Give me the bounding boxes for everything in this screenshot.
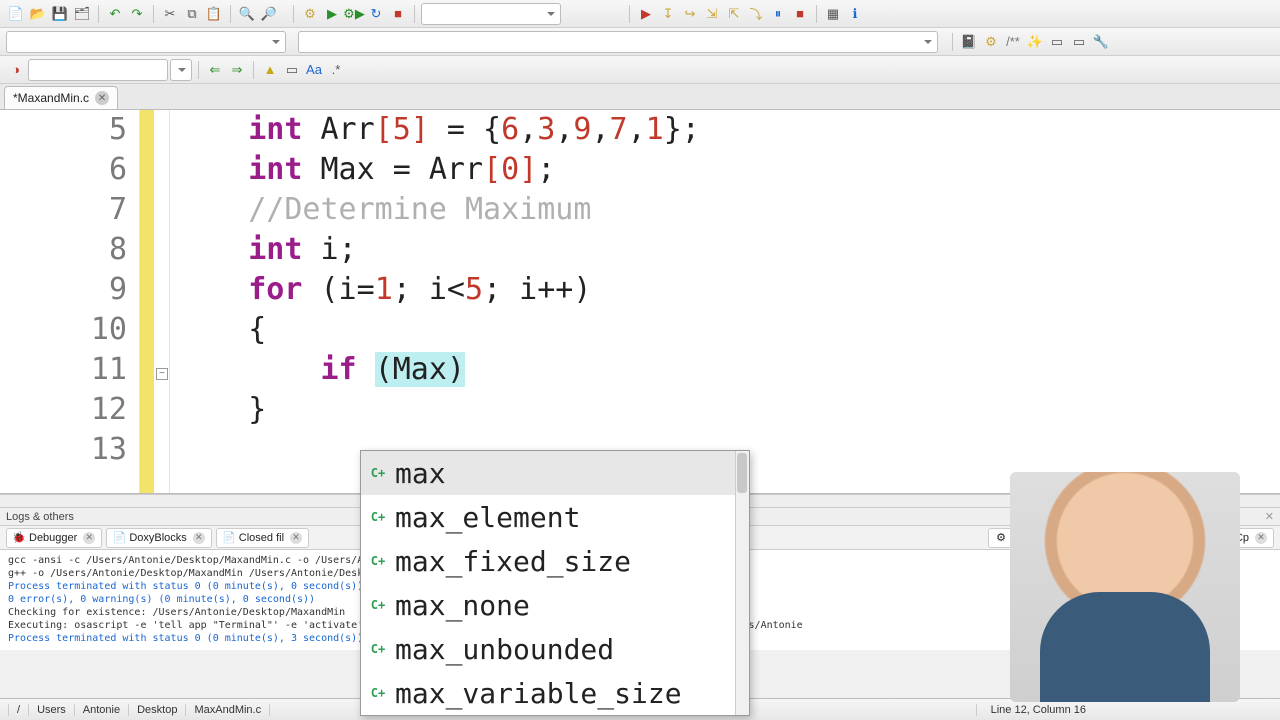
rebuild-icon[interactable]: ↻ [366,4,386,24]
debug-run-icon[interactable]: ▶ [636,4,656,24]
log-tab[interactable]: 🐞Debugger✕ [6,528,102,548]
search-next-icon[interactable]: ⇒ [227,60,247,80]
doxy-pref-icon[interactable]: 🔧 [1091,32,1111,52]
close-icon[interactable]: ✕ [83,532,95,544]
run-icon[interactable]: ▶ [322,4,342,24]
save-all-icon[interactable]: 🗂 [72,4,92,24]
autocomplete-item[interactable]: C+max [361,451,749,495]
cpp-icon: C+ [369,513,387,521]
doxy-comment-icon[interactable]: /** [1003,32,1023,52]
paste-icon[interactable]: 📋 [204,4,224,24]
breadcrumb-segment[interactable]: Users [29,704,75,716]
autocomplete-popup[interactable]: C+maxC+max_elementC+max_fixed_sizeC+max_… [360,450,750,716]
run-to-cursor-icon[interactable]: ↧ [658,4,678,24]
cursor-position: Line 12, Column 16 [976,704,1100,716]
presenter-webcam-overlay [1010,472,1240,702]
close-icon[interactable]: ✕ [1255,532,1267,544]
breadcrumb-segment[interactable]: Antonie [75,704,129,716]
break-icon[interactable]: ⏸ [768,4,788,24]
log-tab[interactable]: 📄DoxyBlocks✕ [106,528,211,548]
log-tab-icon: 🐞 [13,532,25,544]
fold-toggle-icon[interactable]: − [156,368,168,380]
doxy2-icon[interactable]: ⚙ [981,32,1001,52]
redo-icon[interactable]: ↷ [127,4,147,24]
cpp-icon: C+ [369,601,387,609]
cpp-icon: C+ [369,469,387,477]
toolbar-search: ◑ ⇐ ⇒ ▲ ▭ Aa .* [0,56,1280,84]
close-icon[interactable]: ✕ [290,532,302,544]
autocomplete-scrollbar[interactable] [735,451,749,715]
search-input[interactable] [28,59,168,81]
line-number-gutter: 5678910111213 [0,110,140,493]
next-line-icon[interactable]: ↪ [680,4,700,24]
editor-tab-bar: *MaxandMin.c ✕ [0,84,1280,110]
search-prev-icon[interactable]: ⇐ [205,60,225,80]
abort-icon[interactable]: ■ [388,4,408,24]
log-tab-icon: ⚙ [995,532,1007,544]
new-file-icon[interactable]: 📄 [6,4,26,24]
log-tab-icon: 📄 [113,532,125,544]
search-history-select[interactable] [170,59,192,81]
log-tab-icon: 📄 [223,532,235,544]
toolbar-secondary: 📓 ⚙ /** ✨ ▭ ▭ 🔧 [0,28,1280,56]
step-into-icon[interactable]: ⇲ [702,4,722,24]
autocomplete-item[interactable]: C+max_element [361,495,749,539]
toolbar-main: 📄 📂 💾 🗂 ↶ ↷ ✂ ⧉ 📋 🔍 🔎 ⚙ ▶ ⚙▶ ↻ ■ ▶ ↧ ↪ ⇲… [0,0,1280,28]
copy-icon[interactable]: ⧉ [182,4,202,24]
autocomplete-item[interactable]: C+max_none [361,583,749,627]
debug-windows-icon[interactable]: ▦ [823,4,843,24]
symbol-select[interactable] [298,31,938,53]
code-editor[interactable]: 5678910111213 − int Arr[5] = {6,3,9,7,1}… [0,110,1280,494]
fold-column: − [154,110,170,493]
cpp-icon: C+ [369,557,387,565]
cpp-icon: C+ [369,645,387,653]
build-icon[interactable]: ⚙ [300,4,320,24]
doxy-chm-icon[interactable]: ▭ [1069,32,1089,52]
code-area[interactable]: int Arr[5] = {6,3,9,7,1}; int Max = Arr[… [170,110,1280,493]
doxy1-icon[interactable]: 📓 [959,32,979,52]
selected-only-icon[interactable]: ▭ [282,60,302,80]
breadcrumb-segment[interactable]: Desktop [129,704,186,716]
build-run-icon[interactable]: ⚙▶ [344,4,364,24]
find-icon[interactable]: 🔍 [237,4,257,24]
logs-close-icon[interactable]: ✕ [1265,510,1274,523]
build-target-select[interactable] [421,3,561,25]
save-icon[interactable]: 💾 [50,4,70,24]
incremental-search-icon[interactable]: ◑ [6,60,26,80]
find-replace-icon[interactable]: 🔎 [259,4,279,24]
open-icon[interactable]: 📂 [28,4,48,24]
logs-panel-title: Logs & others [6,511,74,523]
log-tab[interactable]: 📄Closed fil✕ [216,528,309,548]
autocomplete-item[interactable]: C+max_fixed_size [361,539,749,583]
cut-icon[interactable]: ✂ [160,4,180,24]
cpp-icon: C+ [369,689,387,697]
autocomplete-item[interactable]: C+max_variable_size [361,671,749,715]
close-tab-icon[interactable]: ✕ [95,91,109,105]
autocomplete-item[interactable]: C+max_unbounded [361,627,749,671]
breadcrumb-segment[interactable]: MaxAndMin.c [186,704,270,716]
close-icon[interactable]: ✕ [193,532,205,544]
highlight-icon[interactable]: ▲ [260,60,280,80]
stop-debug-icon[interactable]: ■ [790,4,810,24]
doxy-wand-icon[interactable]: ✨ [1025,32,1045,52]
file-tab-maxandmin[interactable]: *MaxandMin.c ✕ [4,86,118,109]
undo-icon[interactable]: ↶ [105,4,125,24]
file-tab-label: *MaxandMin.c [13,91,89,105]
match-case-icon[interactable]: Aa [304,60,324,80]
next-instr-icon[interactable]: ⤵ [746,4,766,24]
scope-select[interactable] [6,31,286,53]
regex-icon[interactable]: .* [326,60,346,80]
info-icon[interactable]: ℹ [845,4,865,24]
doxy-html-icon[interactable]: ▭ [1047,32,1067,52]
step-out-icon[interactable]: ⇱ [724,4,744,24]
change-marker-column [140,110,154,493]
